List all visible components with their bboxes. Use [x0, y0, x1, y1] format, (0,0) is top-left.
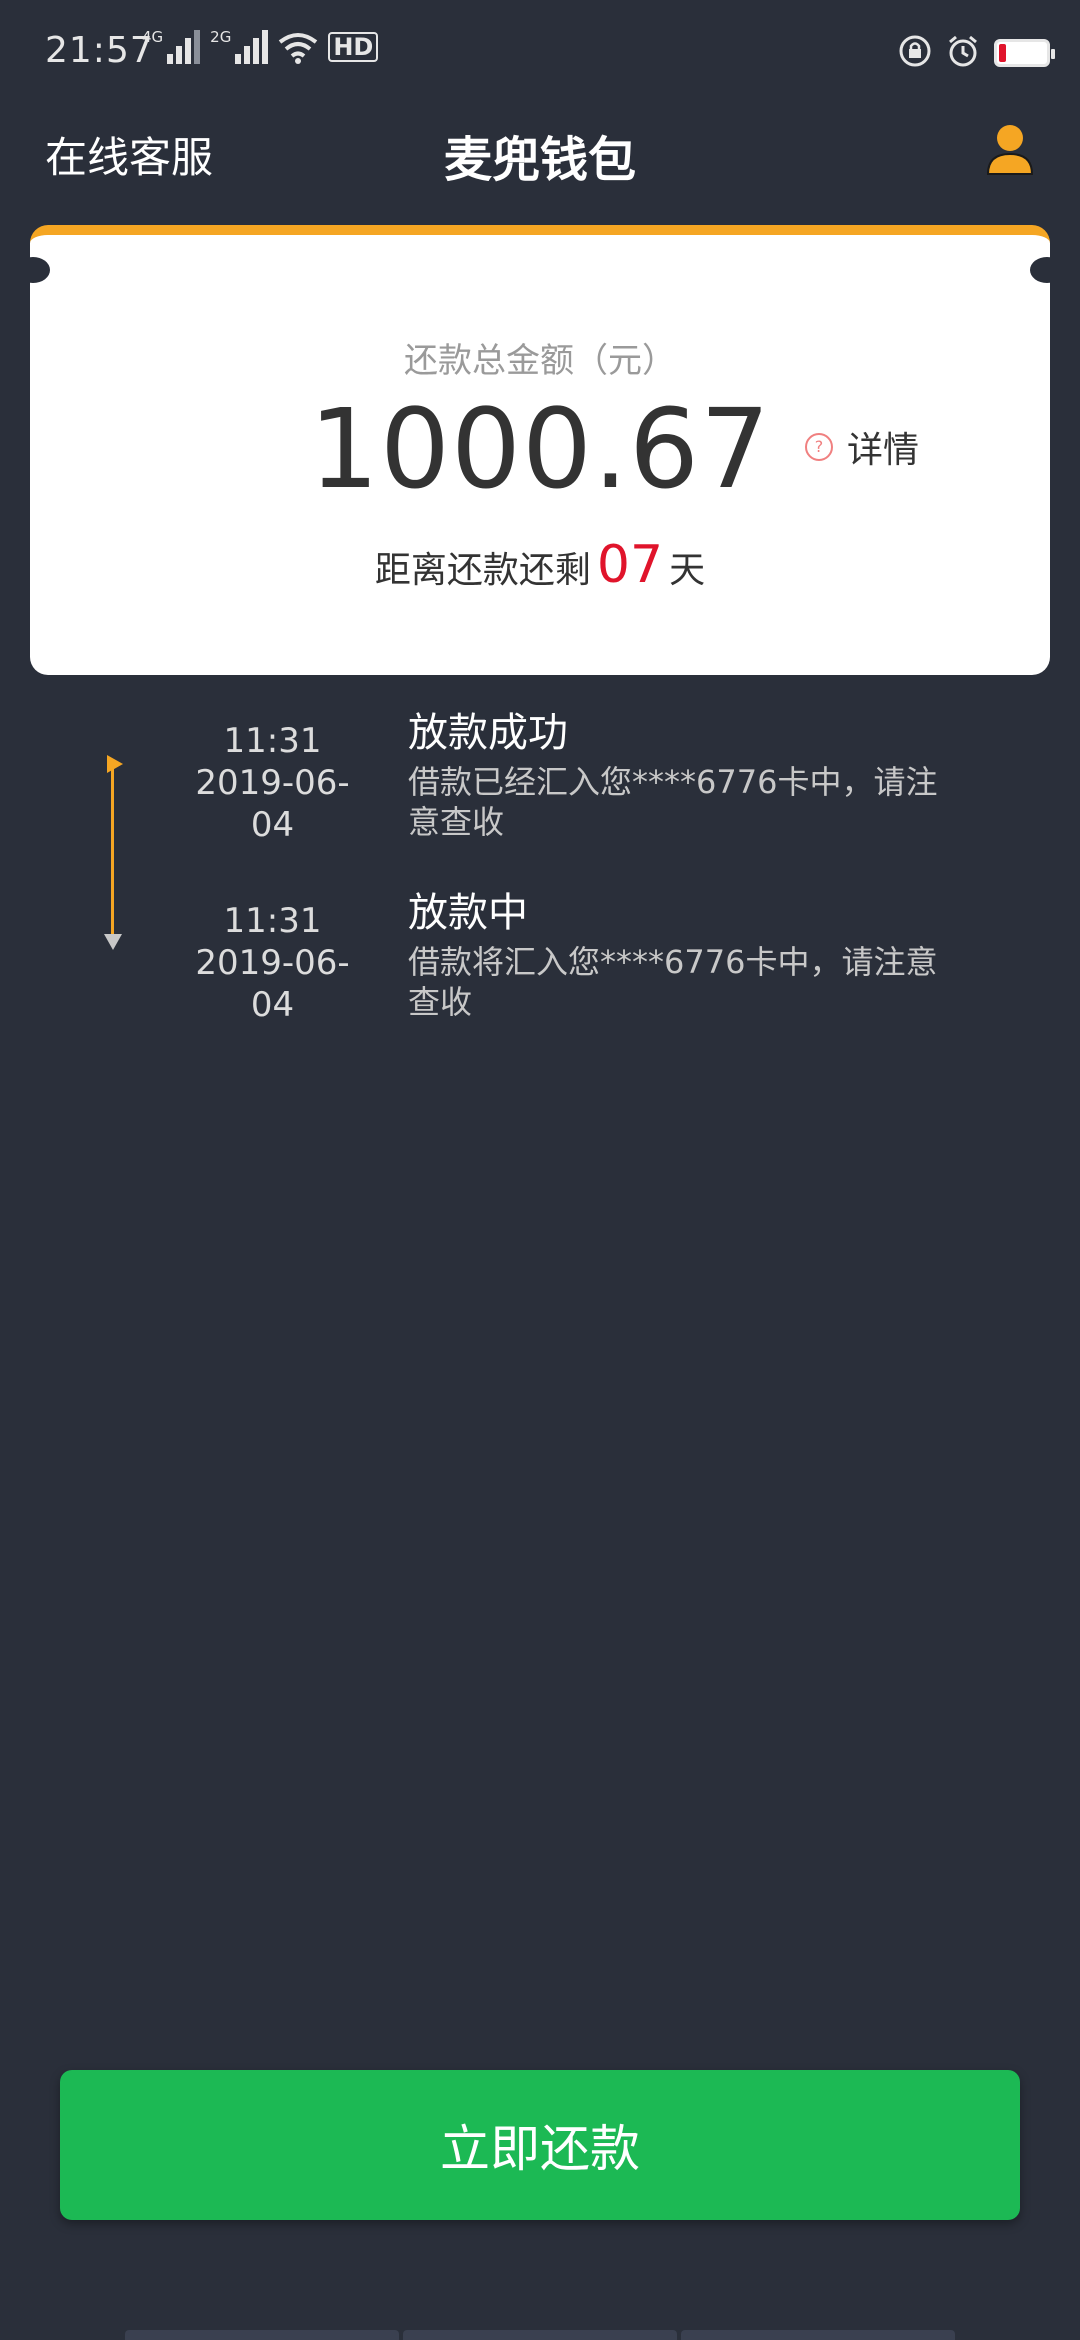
timeline-status: 放款中: [408, 890, 528, 936]
lock-rotation-icon: [898, 34, 932, 72]
days-remaining-suffix: 天: [669, 550, 706, 591]
days-remaining-value: 07: [596, 535, 664, 595]
detail-button[interactable]: ? 详情: [805, 421, 919, 473]
alarm-icon: [946, 34, 980, 72]
status-right-icons: [898, 34, 1055, 72]
battery-level: [999, 44, 1006, 62]
timeline-time: 11:31: [223, 721, 322, 761]
app-header: 在线客服 麦兜钱包: [0, 110, 1080, 190]
nav-hint-segment: [403, 2330, 677, 2340]
repayment-total-label: 还款总金额（元）: [404, 341, 676, 381]
status-left-icons: 4G 2G HD: [142, 28, 379, 64]
timeline-date: 2019-06-04: [195, 763, 350, 845]
timeline-arrow-icon: [104, 934, 122, 950]
repayment-card: 还款总金额（元） 1000.67 ? 详情 距离还款还剩 07 天: [30, 225, 1050, 675]
timeline-date: 2019-06-04: [195, 943, 350, 1025]
card-notch-left: [30, 257, 50, 283]
network-label-1: 4G: [142, 28, 164, 46]
days-remaining: 距离还款还剩 07 天: [30, 535, 1050, 595]
timeline-line: [111, 762, 114, 937]
bottom-nav-hint: [125, 2330, 955, 2340]
hd-icon: HD: [328, 32, 379, 62]
card-notch-right: [1030, 257, 1050, 283]
repay-now-button[interactable]: 立即还款: [60, 2070, 1020, 2220]
timeline-status: 放款成功: [408, 710, 568, 756]
nav-hint-segment: [125, 2330, 399, 2340]
status-time: 21:57: [45, 30, 154, 71]
timeline-flag-icon: [107, 755, 123, 773]
timeline-description: 借款已经汇入您****6776卡中，请注意查收: [408, 763, 938, 841]
signal-icon: [167, 28, 201, 64]
timeline-description: 借款将汇入您****6776卡中，请注意查收: [408, 943, 938, 1021]
nav-hint-segment: [681, 2330, 955, 2340]
days-remaining-prefix: 距离还款还剩: [374, 550, 591, 591]
question-icon: ?: [805, 433, 833, 461]
detail-label: 详情: [847, 430, 920, 471]
page-title: 麦兜钱包: [443, 132, 636, 188]
status-bar: 21:57 4G 2G HD: [0, 0, 1080, 110]
user-icon[interactable]: [985, 122, 1035, 178]
timeline-time: 11:31: [223, 901, 322, 941]
wifi-icon: [278, 32, 318, 64]
network-label-2: 2G: [210, 28, 232, 46]
signal-icon-2: [235, 28, 269, 64]
battery-icon: [994, 39, 1055, 67]
